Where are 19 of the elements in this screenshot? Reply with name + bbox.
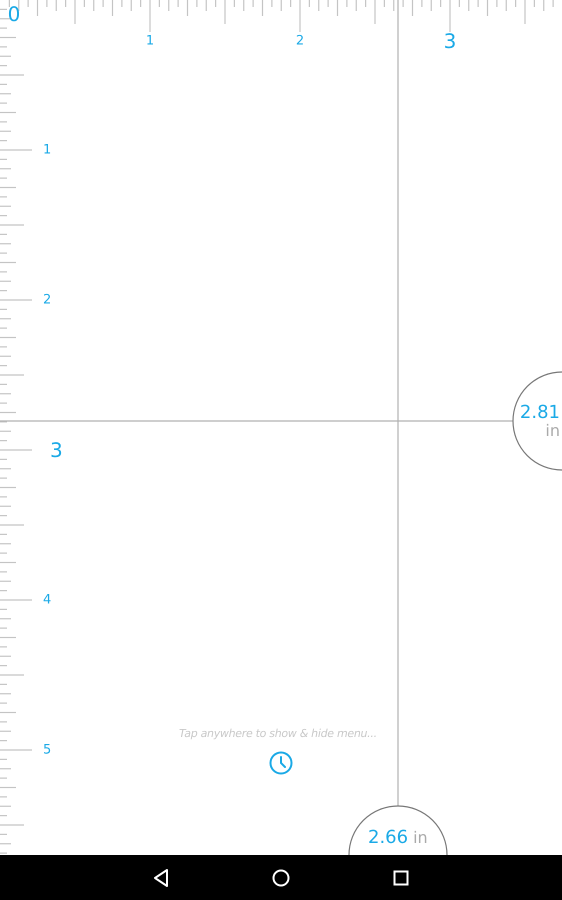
ruler-label: 1 (43, 144, 52, 156)
measurement-value: 2.81 (520, 404, 560, 423)
home-icon[interactable] (272, 868, 290, 886)
handle-outline[interactable] (348, 806, 448, 855)
ruler-label: 4 (43, 594, 52, 606)
measurement-unit: in (413, 830, 428, 847)
ruler-label: 1 (146, 34, 154, 48)
ruler-label: 2 (43, 294, 52, 306)
measurement-unit: in (545, 422, 560, 440)
back-icon[interactable] (153, 868, 169, 886)
measurement-value: 2.66 (368, 829, 408, 848)
ruler-label: 2 (296, 34, 304, 48)
ruler-label: 5 (43, 744, 52, 756)
handle-outline[interactable] (512, 371, 562, 471)
ruler-label: 3 (444, 31, 456, 51)
ruler-label: 3 (50, 440, 63, 460)
recents-icon[interactable] (393, 870, 409, 886)
ruler-label: 0 (8, 4, 20, 24)
clock-icon[interactable] (269, 751, 293, 775)
